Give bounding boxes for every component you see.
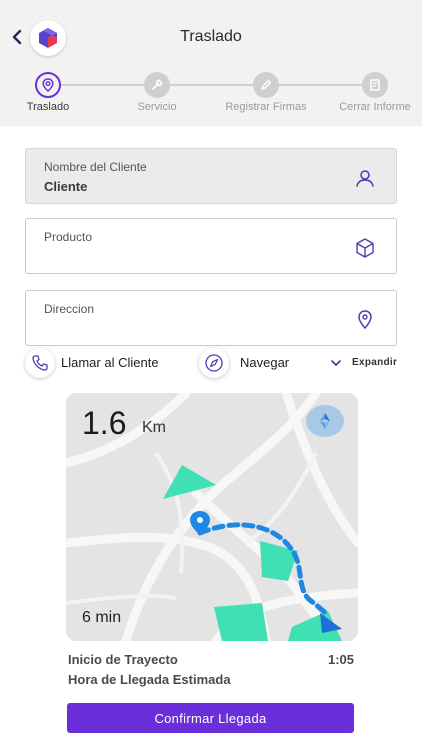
navigate-button[interactable] <box>199 348 229 378</box>
confirm-arrival-button[interactable]: Confirmar Llegada <box>67 703 354 733</box>
wrench-icon <box>152 79 163 90</box>
distance-value: 1.6 <box>82 405 127 441</box>
compass-icon <box>205 354 223 372</box>
step-label-registrar-firmas: Registrar Firmas <box>225 101 307 113</box>
map-park <box>214 603 268 641</box>
box-icon <box>356 238 374 258</box>
route-map[interactable]: 1.6 Km 6 min <box>66 393 358 641</box>
trip-start-label: Inicio de Trayecto <box>68 652 178 667</box>
step-label-traslado: Traslado <box>26 101 70 113</box>
client-name-label: Nombre del Cliente <box>44 160 147 174</box>
address-label: Direccion <box>44 302 95 316</box>
client-name-value: Cliente <box>44 179 88 194</box>
chevron-down-icon[interactable] <box>330 358 342 368</box>
expand-button[interactable]: Expandir <box>352 357 397 368</box>
trip-start-row: Inicio de Trayecto 1:05 <box>68 652 358 667</box>
distance-unit: Km <box>142 419 166 436</box>
arrival-label: Hora de Llegada Estimada <box>68 672 231 687</box>
stepper-connector <box>61 84 145 86</box>
call-client-button[interactable] <box>25 348 55 378</box>
navigate-label[interactable]: Navegar <box>240 355 289 370</box>
location-pin-icon <box>42 78 54 92</box>
step-traslado[interactable] <box>35 72 61 98</box>
product-field[interactable]: Producto <box>25 218 397 274</box>
step-registrar-firmas[interactable] <box>253 72 279 98</box>
compass-needle-icon <box>320 413 330 429</box>
location-pin-icon <box>358 310 372 330</box>
page-title: Traslado <box>180 28 242 45</box>
user-icon <box>356 170 374 187</box>
address-field[interactable]: Direccion <box>25 290 397 346</box>
arrival-row: Hora de Llegada Estimada <box>68 672 358 687</box>
navigation-arrow-icon <box>320 613 342 633</box>
step-label-servicio: Servicio <box>137 101 177 113</box>
actions-row: Llamar al Cliente Navegar Expandir <box>0 348 422 378</box>
trip-start-time: 1:05 <box>327 652 354 667</box>
phone-icon <box>32 355 48 371</box>
report-icon <box>370 79 380 91</box>
product-label: Producto <box>44 230 93 244</box>
stepper-connector <box>279 84 363 86</box>
stepper-connector <box>170 84 254 86</box>
step-label-cerrar-informe: Cerrar Informe <box>339 101 411 113</box>
call-client-label[interactable]: Llamar al Cliente <box>61 355 159 370</box>
client-name-field[interactable]: Nombre del Cliente Cliente <box>25 148 397 204</box>
step-cerrar-informe[interactable] <box>362 72 388 98</box>
step-servicio[interactable] <box>144 72 170 98</box>
map-compass-button[interactable] <box>306 405 344 437</box>
eta-minutes: 6 min <box>82 609 122 626</box>
header: Traslado Traslado Servicio Registrar Fir… <box>0 0 422 126</box>
pencil-icon <box>261 79 272 90</box>
